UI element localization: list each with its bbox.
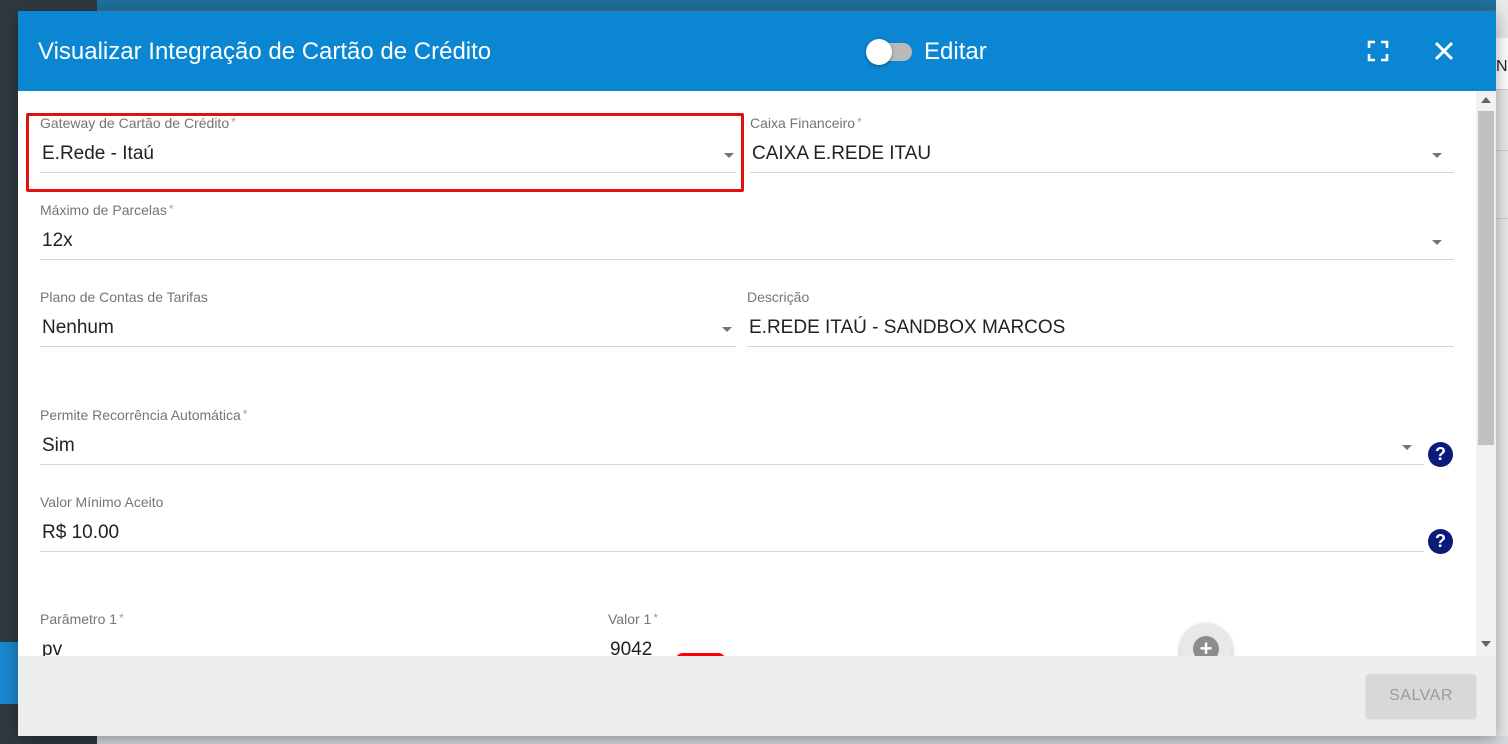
caixa-select[interactable]: Caixa Financeiro * CAIXA E.REDE ITAU (750, 115, 1454, 175)
chevron-down-icon[interactable] (1402, 445, 1412, 450)
plano-contas-value: Nenhum (42, 317, 114, 338)
dialog-header: Visualizar Integração de Cartão de Crédi… (18, 11, 1496, 91)
help-icon[interactable]: ? (1428, 442, 1453, 467)
plano-contas-select[interactable]: Plano de Contas de Tarifas Nenhum (40, 289, 736, 349)
parametro1-input[interactable]: Parâmetro 1 * pv (40, 611, 580, 656)
valor1-value: 9042 (610, 639, 653, 656)
save-button[interactable]: SALVAR (1366, 674, 1476, 718)
parametro1-label: Parâmetro 1 * (40, 611, 124, 627)
recorrencia-value: Sim (42, 435, 75, 456)
edit-toggle-knob[interactable] (866, 39, 892, 65)
valor-minimo-label: Valor Mínimo Aceito (40, 494, 164, 510)
background-divider (1496, 218, 1508, 219)
dialog-title: Visualizar Integração de Cartão de Crédi… (38, 38, 492, 65)
recorrencia-label: Permite Recorrência Automática * (40, 407, 248, 423)
scroll-up-arrow-icon[interactable] (1481, 97, 1491, 103)
help-icon[interactable]: ? (1428, 529, 1453, 554)
descricao-label: Descrição (747, 289, 810, 305)
body-scrollbar[interactable] (1476, 91, 1496, 656)
gateway-select[interactable]: Gateway de Cartão de Crédito * E.Rede - I… (40, 115, 736, 175)
background-footer (97, 736, 1508, 744)
plano-contas-label: Plano de Contas de Tarifas (40, 289, 208, 305)
recorrencia-select[interactable]: Permite Recorrência Automática * Sim (40, 407, 1424, 467)
max-parcelas-select[interactable]: Máximo de Parcelas * 12x (40, 202, 1454, 262)
field-underline (40, 346, 736, 347)
integration-dialog: Visualizar Integração de Cartão de Crédi… (18, 11, 1496, 736)
descricao-input[interactable]: Descrição E.REDE ITAÚ - SANDBOX MARCOS (747, 289, 1454, 349)
chevron-down-icon[interactable] (1432, 240, 1442, 245)
descricao-value: E.REDE ITAÚ - SANDBOX MARCOS (749, 317, 1066, 338)
chevron-down-icon[interactable] (724, 153, 734, 158)
chevron-down-icon[interactable] (1432, 153, 1442, 158)
valor-minimo-input[interactable]: Valor Mínimo Aceito R$ 10.00 (40, 494, 1424, 554)
edit-toggle[interactable]: Editar (866, 37, 987, 67)
valor-minimo-value: R$ 10.00 (42, 522, 120, 543)
add-parameter-button[interactable]: + (1180, 623, 1232, 656)
fullscreen-icon[interactable] (1366, 39, 1390, 63)
valor1-input[interactable]: Valor 1 * 9042 (608, 611, 1148, 656)
field-underline (747, 346, 1454, 347)
field-underline (40, 551, 1424, 552)
field-underline (40, 259, 1454, 260)
scroll-down-arrow-icon[interactable] (1481, 641, 1491, 647)
background-header (97, 0, 1508, 10)
edit-toggle-label: Editar (924, 38, 987, 65)
background-peek-text: N. (1496, 58, 1508, 75)
field-underline (750, 172, 1454, 173)
close-icon[interactable] (1430, 37, 1458, 65)
gateway-value: E.Rede - Itaú (42, 143, 154, 164)
chevron-down-icon[interactable] (722, 327, 732, 332)
background-divider (1496, 150, 1508, 151)
parametro1-value: pv (42, 639, 63, 656)
caixa-value: CAIXA E.REDE ITAU (752, 143, 932, 164)
gateway-label: Gateway de Cartão de Crédito * (40, 115, 236, 131)
background-active-menu (0, 642, 18, 704)
field-underline (40, 464, 1424, 465)
plus-icon: + (1193, 636, 1219, 656)
scrollbar-thumb[interactable] (1478, 111, 1494, 445)
dialog-footer: SALVAR (18, 656, 1496, 736)
max-parcelas-label: Máximo de Parcelas * (40, 202, 174, 218)
valor1-label: Valor 1 * (608, 611, 658, 627)
edit-toggle-track[interactable] (866, 39, 912, 65)
caixa-label: Caixa Financeiro * (750, 115, 862, 131)
max-parcelas-value: 12x (42, 230, 73, 251)
background-content (1496, 0, 1508, 744)
dialog-body: Gateway de Cartão de Crédito * E.Rede - I… (18, 91, 1476, 656)
field-underline (40, 172, 736, 173)
